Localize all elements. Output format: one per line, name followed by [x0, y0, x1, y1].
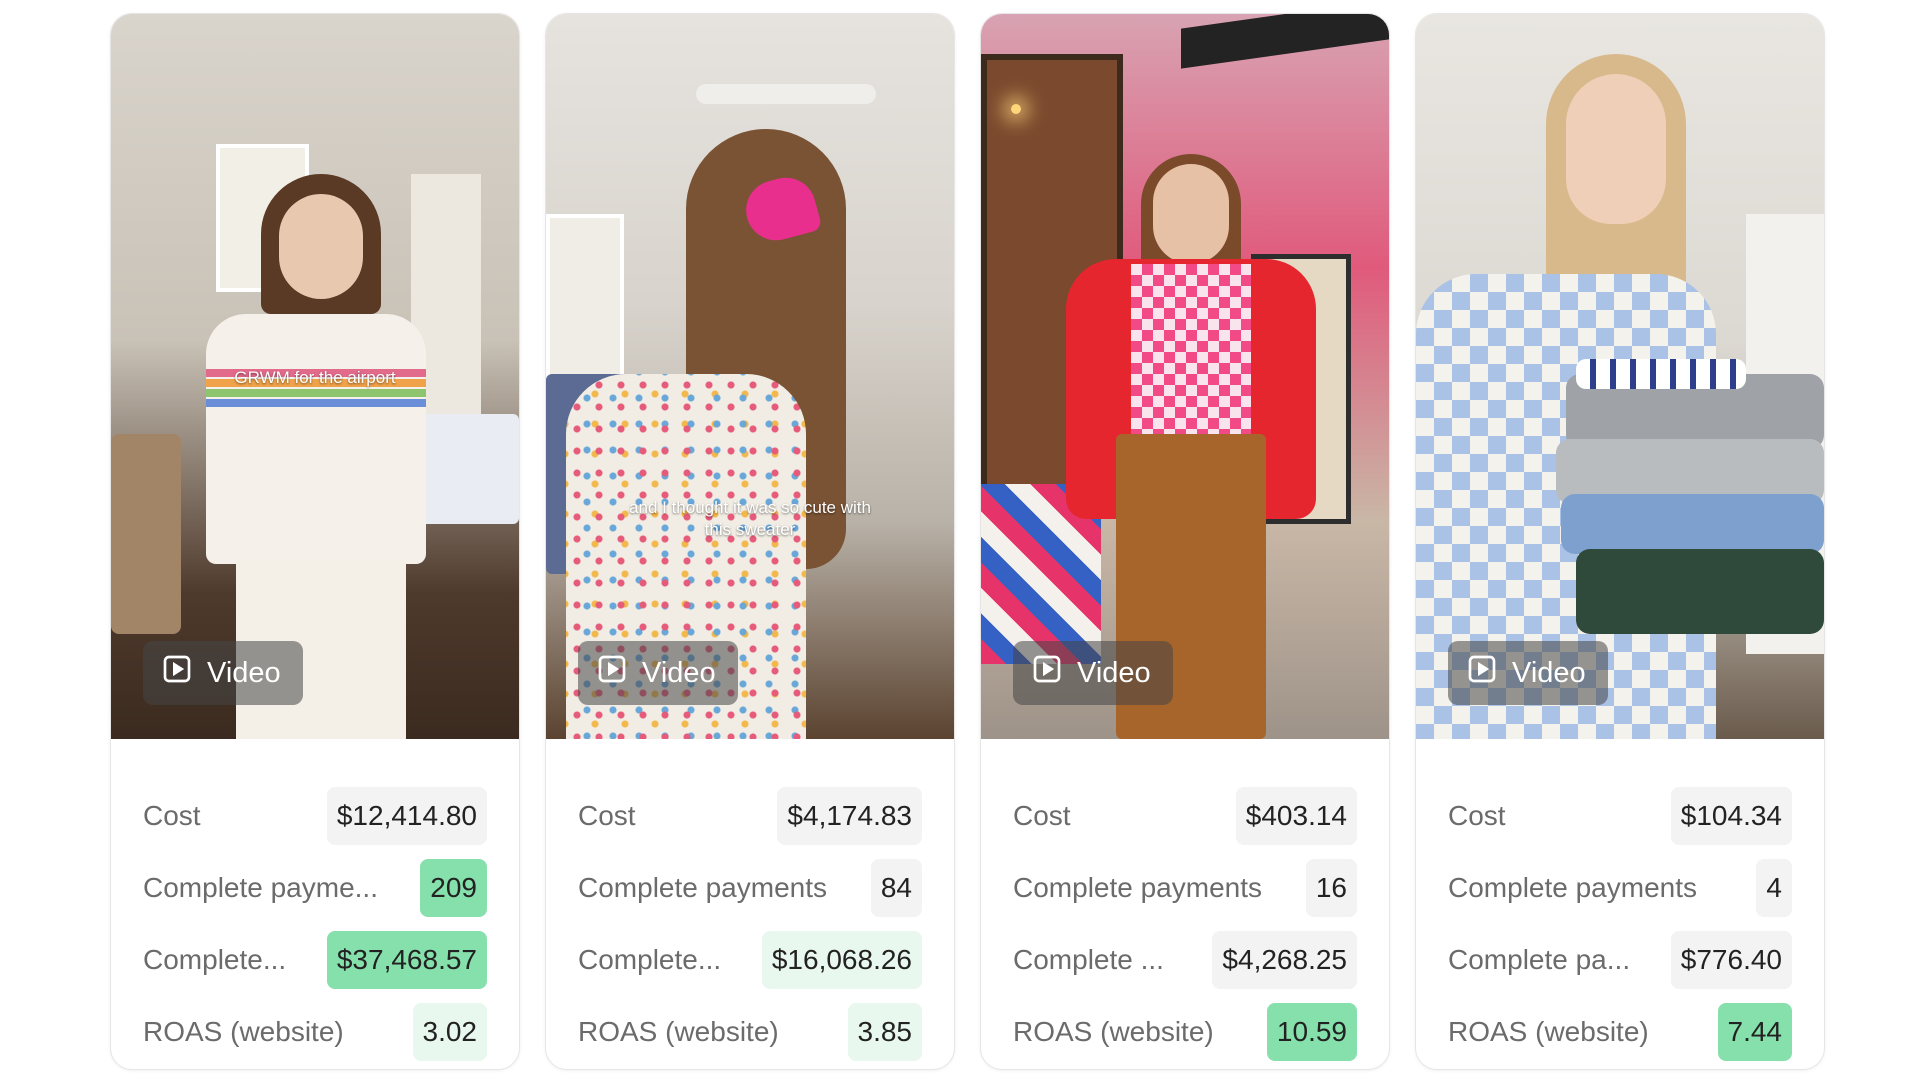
metric-label: ROAS (website) [1013, 1016, 1214, 1047]
metric-row-roas: ROAS (website) 10.59 [1013, 1002, 1357, 1062]
creative-grid: GRWM for the airport Video Cost $12,414.… [0, 0, 1920, 1080]
video-thumbnail[interactable]: Video [981, 14, 1389, 739]
play-square-icon [1031, 653, 1063, 693]
metric-label: Complete pa... [1448, 944, 1631, 975]
metric-label: Complete payme... [143, 872, 378, 903]
metric-row-roas: ROAS (website) 7.44 [1448, 1002, 1792, 1062]
video-thumbnail[interactable]: and I thought it was so cute with this s… [546, 14, 954, 739]
media-type-badge: Video [578, 641, 738, 705]
metric-value: $4,174.83 [777, 787, 922, 845]
metric-label: Cost [143, 800, 201, 831]
play-square-icon [1466, 653, 1498, 693]
metric-label: ROAS (website) [143, 1016, 344, 1047]
metric-label: ROAS (website) [578, 1016, 779, 1047]
metric-value: 3.02 [412, 1003, 487, 1061]
metric-row-roas: ROAS (website) 3.02 [143, 1002, 487, 1062]
metric-label: Cost [1448, 800, 1506, 831]
creative-card[interactable]: Video Cost $104.34 Complete payments 4 C… [1415, 13, 1825, 1070]
metric-row-complete-payment-value: Complete... $16,068.26 [578, 930, 922, 990]
media-type-badge: Video [1013, 641, 1173, 705]
metric-value: $104.34 [1670, 787, 1792, 845]
media-type-label: Video [1077, 656, 1151, 689]
metric-row-complete-payments: Complete payments 84 [578, 858, 922, 918]
metric-value: $37,468.57 [326, 931, 487, 989]
metric-value: 3.85 [847, 1003, 922, 1061]
metric-label: ROAS (website) [1448, 1016, 1649, 1047]
metric-row-complete-payment-value: Complete ... $4,268.25 [1013, 930, 1357, 990]
metric-row-complete-payments: Complete payments 4 [1448, 858, 1792, 918]
metric-row-complete-payment-value: Complete... $37,468.57 [143, 930, 487, 990]
metric-value: $16,068.26 [761, 931, 922, 989]
metric-value: 10.59 [1266, 1003, 1357, 1061]
metric-value: $403.14 [1235, 787, 1357, 845]
metric-row-complete-payments: Complete payments 16 [1013, 858, 1357, 918]
metric-label: Complete payments [1448, 872, 1698, 903]
metric-label: Complete payments [1013, 872, 1263, 903]
media-type-badge: Video [143, 641, 303, 705]
creative-card[interactable]: and I thought it was so cute with this s… [545, 13, 955, 1070]
metric-row-cost: Cost $12,414.80 [143, 786, 487, 846]
metric-row-complete-payment-value: Complete pa... $776.40 [1448, 930, 1792, 990]
metric-label: Complete... [143, 944, 287, 975]
media-type-label: Video [207, 656, 281, 689]
media-type-badge: Video [1448, 641, 1608, 705]
creative-card[interactable]: Video Cost $403.14 Complete payments 16 … [980, 13, 1390, 1070]
metric-label: Complete... [578, 944, 722, 975]
play-square-icon [596, 653, 628, 693]
creative-card[interactable]: GRWM for the airport Video Cost $12,414.… [110, 13, 520, 1070]
metric-row-cost: Cost $104.34 [1448, 786, 1792, 846]
metric-label: Cost [578, 800, 636, 831]
video-caption: and I thought it was so cute with this s… [629, 498, 871, 539]
metric-row-cost: Cost $403.14 [1013, 786, 1357, 846]
metric-label: Complete ... [1013, 944, 1164, 975]
media-type-label: Video [1512, 656, 1586, 689]
play-square-icon [161, 653, 193, 693]
video-thumbnail[interactable]: Video [1416, 14, 1824, 739]
metric-value: 7.44 [1717, 1003, 1792, 1061]
media-type-label: Video [642, 656, 716, 689]
metric-value: 4 [1756, 859, 1792, 917]
metric-value: $4,268.25 [1212, 931, 1357, 989]
metric-label: Complete payments [578, 872, 828, 903]
video-thumbnail[interactable]: GRWM for the airport Video [111, 14, 519, 739]
metric-value: $12,414.80 [326, 787, 487, 845]
metric-value: 84 [870, 859, 922, 917]
metric-row-roas: ROAS (website) 3.85 [578, 1002, 922, 1062]
metric-row-cost: Cost $4,174.83 [578, 786, 922, 846]
metric-label: Cost [1013, 800, 1071, 831]
metric-value: $776.40 [1670, 931, 1792, 989]
video-caption: GRWM for the airport [234, 368, 396, 387]
metric-value: 209 [420, 859, 487, 917]
metric-value: 16 [1305, 859, 1357, 917]
metric-row-complete-payments: Complete payme... 209 [143, 858, 487, 918]
